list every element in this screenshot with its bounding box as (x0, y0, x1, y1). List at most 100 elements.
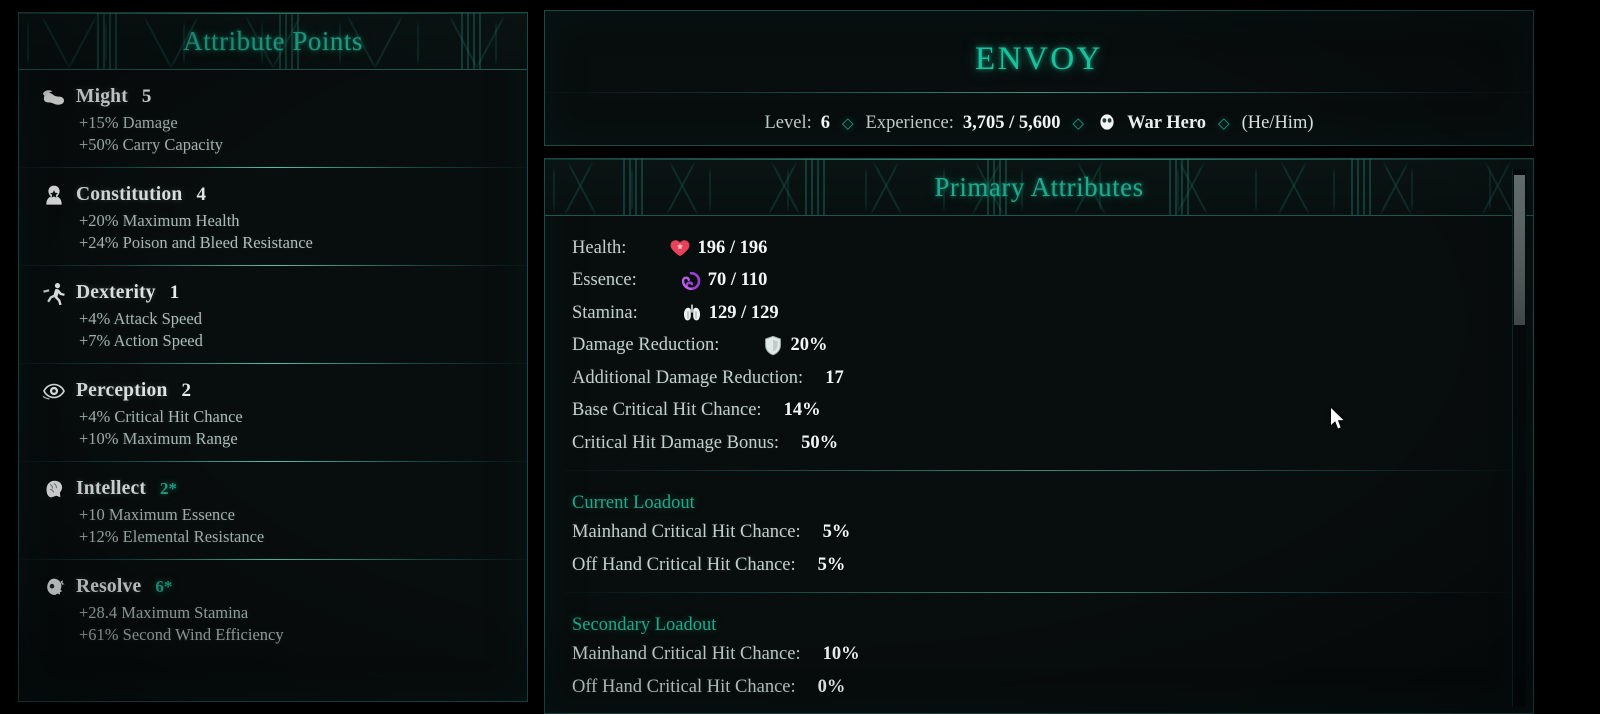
loadout-stat-label: Off Hand Critical Hit Chance: (572, 554, 796, 575)
stat-row: Essence: 70 / 110 (572, 265, 1533, 298)
attribute-name: Constitution (76, 184, 183, 205)
primary-attributes-scrollbar[interactable] (1512, 169, 1526, 707)
loadout-stat-label: Mainhand Critical Hit Chance: (572, 522, 801, 543)
attribute-value: 5 (141, 86, 152, 107)
stat-value: 14% (783, 400, 821, 421)
attribute-name: Might (76, 86, 128, 107)
character-name: ENVOY (975, 41, 1103, 77)
primary-attributes-header: Primary Attributes (545, 159, 1533, 216)
attribute-head: Constitution 4 (41, 182, 527, 208)
stat-label: Additional Damage Reduction: (572, 367, 804, 388)
stat-value: 17 (825, 367, 844, 388)
war-hero-medal-icon (1096, 112, 1118, 134)
loadout-stat-row: Off Hand Critical Hit Chance: 0% (572, 671, 1533, 704)
stat-value: 196 / 196 (697, 237, 768, 258)
stat-row: Critical Hit Damage Bonus: 50% (572, 427, 1533, 460)
loadout-stat-row: Mainhand Critical Hit Chance: 10% (572, 639, 1533, 672)
brain-icon (41, 476, 67, 502)
meta-separator-diamond-icon: ◇ (841, 115, 854, 132)
meta-separator-diamond-icon-3: ◇ (1218, 115, 1230, 132)
attribute-value: 2 (181, 380, 192, 401)
attribute-value: 6* (155, 577, 173, 596)
attribute-entry[interactable]: Might 5 +15% Damage +50% Carry Capacity (19, 70, 527, 167)
shield-icon (761, 335, 785, 357)
attribute-bonus: +4% Attack Speed (79, 309, 202, 328)
character-header-divider (545, 92, 1533, 93)
stat-label: Essence: (572, 270, 637, 291)
stat-label: Stamina: (572, 302, 638, 323)
attribute-head: Intellect 2* (41, 476, 527, 502)
attribute-name: Perception (76, 380, 168, 401)
attribute-panel-title: Attribute Points (183, 25, 363, 56)
loadout-sections: Current Loadout Mainhand Critical Hit Cha… (564, 469, 1533, 704)
stat-row: Base Critical Hit Chance: 14% (572, 395, 1533, 428)
primary-attributes-body: Health: 196 / 196 Essence: 70 / 110 Stamina:… (545, 216, 1533, 704)
bicep-icon (41, 84, 67, 110)
stat-row: Additional Damage Reduction: 17 (572, 362, 1533, 395)
eye-icon (41, 378, 67, 404)
attribute-value: 2* (160, 479, 178, 498)
attribute-bonus: +7% Action Speed (79, 330, 203, 350)
attribute-bonus: +61% Second Wind Efficiency (79, 624, 284, 644)
stat-row: Stamina: 129 / 129 (572, 297, 1533, 330)
loadout-stat-row: Off Hand Critical Hit Chance: 5% (572, 549, 1533, 582)
stat-label: Damage Reduction: (572, 335, 720, 356)
loadout-title: Current Loadout (572, 492, 695, 513)
attribute-bonus: +24% Poison and Bleed Resistance (79, 232, 313, 252)
level-value: 6 (820, 112, 830, 133)
attribute-points-panel: Attribute Points Might 5 +15% Damage +50% C… (18, 12, 528, 702)
attribute-entry[interactable]: Constitution 4 +20% Maximum Health +24% Poi… (19, 168, 527, 265)
essence-icon (679, 270, 703, 292)
stat-label: Base Critical Hit Chance: (572, 400, 762, 421)
loadout-stat-label: Mainhand Critical Hit Chance: (572, 644, 801, 665)
attribute-value: 4 (196, 184, 206, 205)
character-title: War Hero (1127, 112, 1207, 133)
attribute-bonus: +15% Damage (79, 113, 178, 132)
loadout-stat-value: 5% (822, 522, 851, 543)
stat-row: Health: 196 / 196 (572, 232, 1533, 265)
attribute-bonus: +20% Maximum Health (79, 211, 240, 230)
stat-value: 50% (801, 432, 839, 453)
character-pronouns: (He/Him) (1241, 112, 1314, 133)
attribute-bonus: +10% Maximum Range (79, 428, 238, 448)
attribute-value: 1 (169, 282, 180, 303)
stat-label: Health: (572, 237, 627, 258)
constitution-icon (41, 182, 67, 208)
stat-value: 20% (790, 335, 828, 356)
attribute-bonus: +50% Carry Capacity (79, 134, 224, 154)
experience-value: 3,705 / 5,600 (962, 112, 1061, 133)
loadout-stat-value: 10% (822, 644, 860, 665)
character-meta-row: Level: 6 ◇ Experience: 3,705 / 5,600 ◇ W… (545, 93, 1533, 134)
attribute-panel-header: Attribute Points (19, 13, 527, 70)
attribute-name: Dexterity (76, 282, 156, 303)
attribute-entry[interactable]: Intellect 2* +10 Maximum Essence +12% Eleme… (19, 462, 527, 559)
stat-rows: Health: 196 / 196 Essence: 70 / 110 Stamina:… (572, 232, 1533, 460)
attribute-entry[interactable]: Resolve 6* +28.4 Maximum Stamina +61% Secon… (19, 560, 527, 657)
stat-row: Damage Reduction: 20% (572, 330, 1533, 363)
attribute-bonus: +12% Elemental Resistance (79, 526, 265, 546)
attribute-entry[interactable]: Perception 2 +4% Critical Hit Chance +10% M… (19, 364, 527, 461)
attribute-head: Perception 2 (41, 378, 527, 404)
attribute-bonus: +28.4 Maximum Stamina (79, 603, 249, 622)
level-label: Level: (764, 112, 812, 133)
resolve-icon (41, 574, 67, 600)
primary-attributes-title: Primary Attributes (934, 171, 1144, 202)
loadout-stat-row: Mainhand Critical Hit Chance: 5% (572, 517, 1533, 550)
lungs-icon (680, 302, 704, 324)
experience-label: Experience: (865, 112, 954, 133)
loadout-title: Secondary Loadout (572, 614, 717, 635)
attribute-head: Dexterity 1 (41, 280, 527, 306)
runner-icon (41, 280, 67, 306)
attribute-head: Might 5 (41, 84, 527, 110)
loadout-stat-value: 0% (817, 676, 846, 697)
attribute-entry[interactable]: Dexterity 1 +4% Attack Speed +7% Action Spe… (19, 266, 527, 363)
character-header-panel: ENVOY Level: 6 ◇ Experience: 3,705 / 5,6… (544, 10, 1534, 146)
meta-separator-diamond-icon-2: ◇ (1072, 115, 1085, 132)
attribute-name: Resolve (76, 576, 142, 597)
heart-icon (668, 237, 692, 259)
stat-label: Critical Hit Damage Bonus: (572, 432, 780, 453)
stat-value: 70 / 110 (707, 270, 768, 291)
attribute-bonus: +4% Critical Hit Chance (79, 407, 243, 426)
